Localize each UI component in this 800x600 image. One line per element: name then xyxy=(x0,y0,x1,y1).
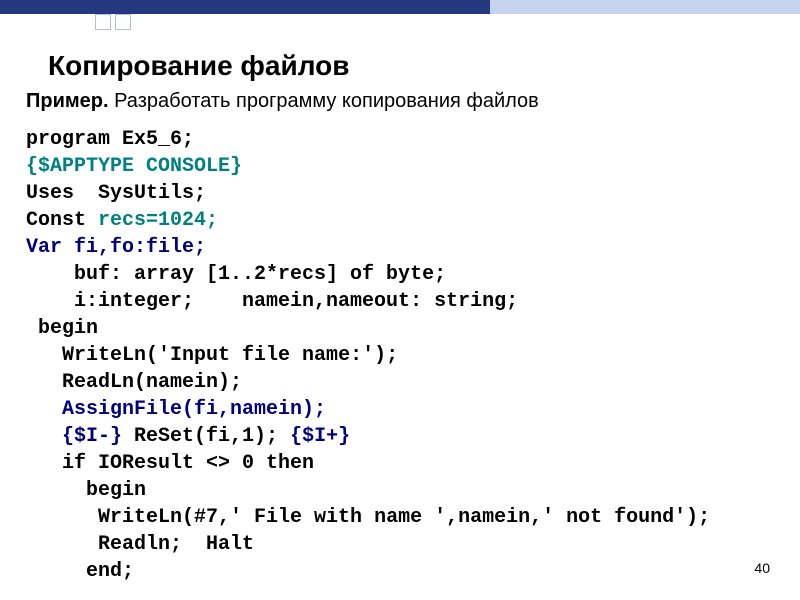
page-number: 40 xyxy=(754,560,770,576)
code-line-17: end; xyxy=(26,560,134,583)
subtitle-text: Разработать программу копирования файлов xyxy=(109,90,539,112)
decoration-square-icon xyxy=(95,14,111,30)
code-line-12: {$I-} ReSet(fi,1); {$I+} xyxy=(26,425,350,448)
code-line-5: Var fi,fo:file; xyxy=(26,236,206,259)
code-line-16: Readln; Halt xyxy=(26,533,254,556)
decoration-square-icon xyxy=(115,14,131,30)
code-line-8: begin xyxy=(26,317,98,340)
code-line-6: buf: array [1..2*recs] of byte; xyxy=(26,263,446,286)
code-line-3: Uses SysUtils; xyxy=(26,182,206,205)
code-line-13: if IOResult <> 0 then xyxy=(26,452,314,475)
slide-title: Копирование файлов xyxy=(48,50,349,82)
slide: Копирование файлов Пример. Разработать п… xyxy=(0,0,800,600)
subtitle-label: Пример. xyxy=(26,90,109,112)
code-line-9: WriteLn('Input file name:'); xyxy=(26,344,398,367)
decoration-bar-light xyxy=(490,0,800,14)
code-line-2: {$APPTYPE CONSOLE} xyxy=(26,155,242,178)
code-line-11: AssignFile(fi,namein); xyxy=(26,398,326,421)
code-line-15: WriteLn(#7,' File with name ',namein,' n… xyxy=(26,506,710,529)
code-line-7: i:integer; namein,nameout: string; xyxy=(26,290,518,313)
code-line-4: Const recs=1024; xyxy=(26,209,218,232)
code-line-14: begin xyxy=(26,479,146,502)
slide-subtitle: Пример. Разработать программу копировани… xyxy=(26,90,539,113)
decoration-top-bar xyxy=(0,0,800,30)
decoration-bar-dark xyxy=(0,0,490,14)
code-block: program Ex5_6; {$APPTYPE CONSOLE} Uses S… xyxy=(26,126,710,585)
code-line-1: program Ex5_6; xyxy=(26,128,194,151)
code-line-10: ReadLn(namein); xyxy=(26,371,242,394)
